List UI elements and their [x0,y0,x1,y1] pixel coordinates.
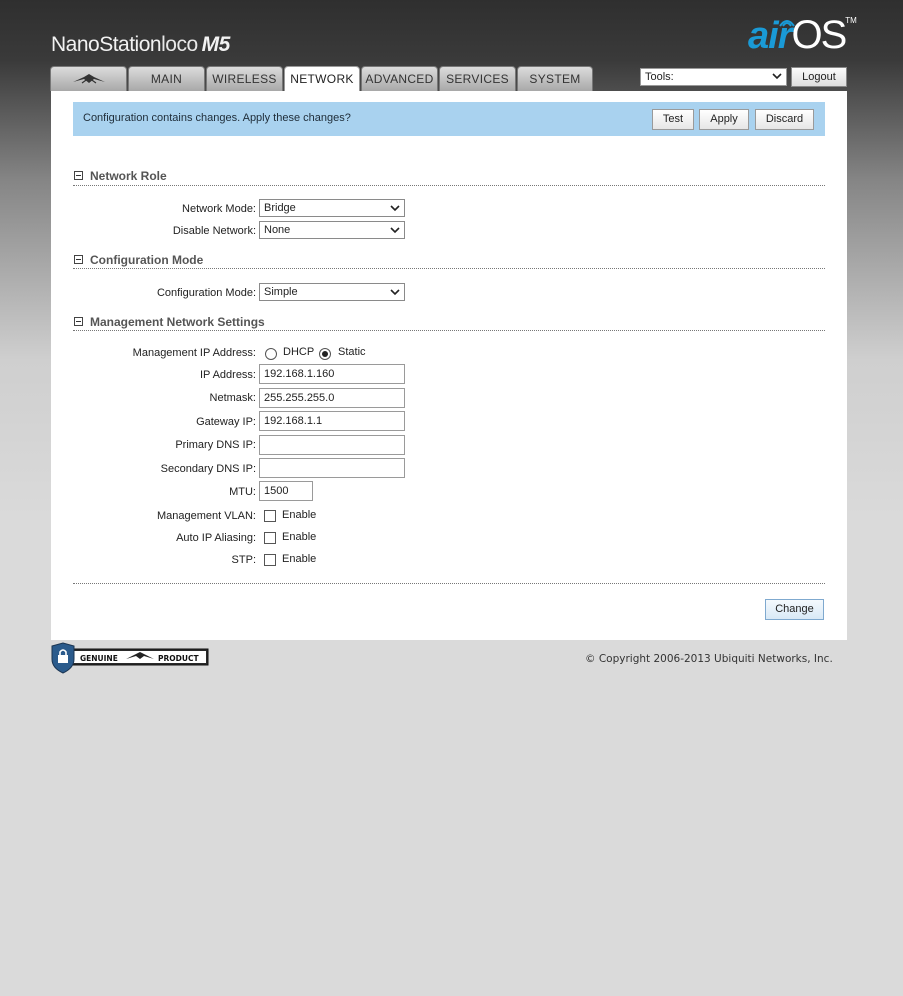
collapse-configuration-mode-icon[interactable] [74,255,83,264]
disable-network-select[interactable]: None [259,221,405,239]
network-mode-select[interactable]: Bridge [259,199,405,217]
section-title-configuration-mode: Configuration Mode [90,253,204,267]
section-divider [73,185,825,186]
tab-main[interactable]: MAIN [128,66,205,91]
product-name-bold: NanoStation [51,33,162,56]
airos-logo-os: OS [791,13,847,57]
wifi-waves-icon [779,20,795,27]
airos-logo: airOSTM [748,12,857,58]
disable-network-value: None [264,224,291,236]
static-radio[interactable] [319,348,331,360]
product-model: M5 [201,33,231,56]
dhcp-radio[interactable] [265,348,277,360]
copyright-text: © Copyright 2006-2013 Ubiquiti Networks,… [585,653,833,665]
chevron-down-icon [390,205,400,212]
auto-ip-aliasing-checkbox[interactable] [264,532,276,544]
discard-button[interactable]: Discard [755,109,814,130]
chevron-down-icon [390,289,400,296]
section-title-management-network: Management Network Settings [90,315,265,329]
disable-network-label: Disable Network: [172,225,256,237]
test-button[interactable]: Test [652,109,694,130]
logout-button[interactable]: Logout [791,67,847,87]
configuration-mode-label: Configuration Mode: [156,287,256,299]
genuine-badge-left-text: GENUINE [80,654,118,663]
netmask-input[interactable]: 255.255.255.0 [259,388,405,408]
genuine-badge-graphic: GENUINE PRODUCT [51,642,209,674]
ubiquiti-logo-icon [72,74,105,84]
network-mode-label: Network Mode: [182,203,256,215]
auto-ip-aliasing-label: Auto IP Aliasing: [176,532,256,544]
tab-wireless[interactable]: WIRELESS [206,66,283,91]
section-divider [73,330,825,331]
ip-address-input[interactable]: 192.168.1.160 [259,364,405,384]
tools-select[interactable]: Tools: [640,68,787,86]
product-logo: NanoStationloco M5 [51,33,230,57]
stp-checkbox[interactable] [264,554,276,566]
change-button[interactable]: Change [765,599,824,620]
chevron-down-icon [390,227,400,234]
gateway-ip-label: Gateway IP: [196,416,256,428]
airos-logo-tm: TM [845,16,857,25]
primary-dns-label: Primary DNS IP: [175,439,256,451]
secondary-dns-label: Secondary DNS IP: [160,463,256,475]
collapse-management-settings-icon[interactable] [74,317,83,326]
netmask-label: Netmask: [209,392,256,404]
primary-dns-input[interactable] [259,435,405,455]
management-ip-mode-label: Management IP Address: [132,347,256,359]
apply-button[interactable]: Apply [699,109,749,130]
tools-select-value: Tools: [645,71,674,83]
static-radio-label: Static [338,346,366,358]
stp-label: STP: [231,554,256,566]
mtu-label: MTU: [229,486,256,498]
collapse-network-role-icon[interactable] [74,171,83,180]
configuration-mode-value: Simple [264,286,298,298]
management-vlan-label: Management VLAN: [156,510,256,522]
genuine-badge-right-text: PRODUCT [158,654,199,663]
network-mode-value: Bridge [264,202,296,214]
tab-network[interactable]: NETWORK [284,66,360,92]
genuine-product-badge: GENUINE PRODUCT [50,642,212,677]
tab-advanced[interactable]: ADVANCED [361,66,438,91]
secondary-dns-input[interactable] [259,458,405,478]
chevron-down-icon [772,73,782,80]
changes-notice-text: Configuration contains changes. Apply th… [83,112,351,124]
ip-address-label: IP Address: [199,369,256,381]
gateway-ip-input[interactable]: 192.168.1.1 [259,411,405,431]
auto-ip-aliasing-enable-label: Enable [282,531,317,543]
dhcp-radio-label: DHCP [283,346,315,358]
management-vlan-checkbox[interactable] [264,510,276,522]
mtu-input[interactable]: 1500 [259,481,313,501]
footer-divider [73,583,825,584]
management-vlan-enable-label: Enable [282,509,317,521]
tab-services[interactable]: SERVICES [439,66,516,91]
tab-system[interactable]: SYSTEM [517,66,593,91]
product-name-thin: loco [161,33,198,56]
section-divider [73,268,825,269]
configuration-mode-select[interactable]: Simple [259,283,405,301]
section-title-network-role: Network Role [90,169,167,183]
stp-enable-label: Enable [282,553,317,565]
tab-ubiquiti-home[interactable] [50,66,127,91]
